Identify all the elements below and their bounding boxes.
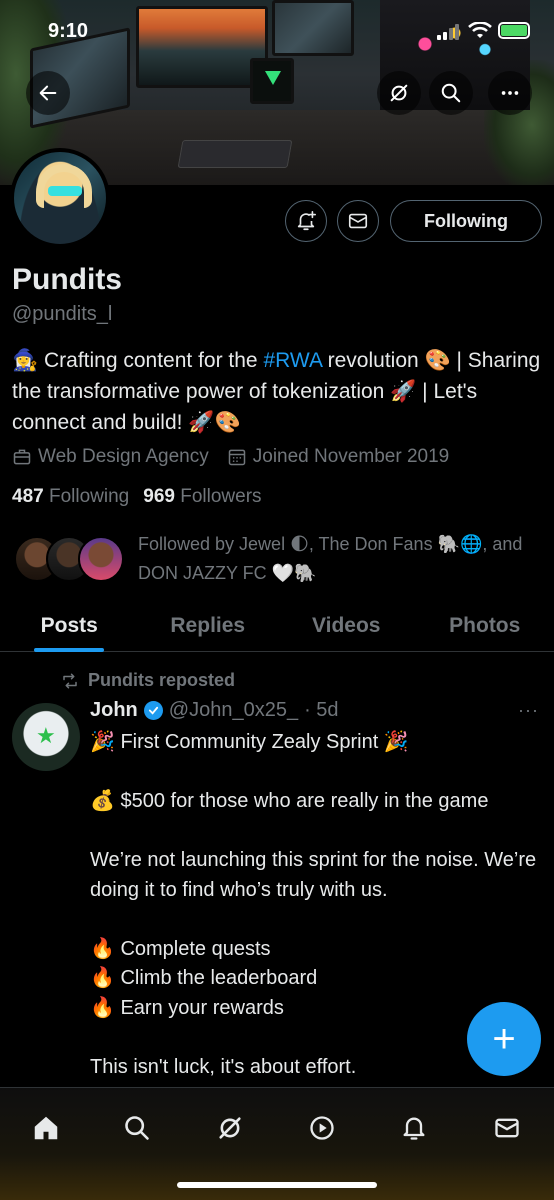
banner-monitor-small — [250, 58, 294, 104]
nav-home[interactable] — [24, 1106, 68, 1150]
mail-icon — [348, 213, 368, 229]
profile-handle: @pundits_l — [12, 303, 113, 325]
grok-icon — [390, 84, 408, 102]
following-count-link[interactable]: 487 Following — [12, 486, 129, 507]
nav-video[interactable] — [300, 1106, 344, 1150]
profile-joined: Joined November 2019 — [227, 446, 449, 468]
followers-count-link[interactable]: 969 Followers — [143, 486, 261, 507]
profile-bio: 🧙‍♀️ Crafting content for the #RWA revol… — [12, 345, 542, 438]
profile-joined-text: Joined November 2019 — [252, 446, 450, 467]
bio-hashtag-link[interactable]: #RWA — [263, 349, 321, 372]
search-button[interactable] — [429, 71, 473, 115]
post-more-button[interactable]: ··· — [518, 700, 539, 721]
repost-icon — [63, 673, 77, 688]
post-time[interactable]: · 5d — [304, 699, 338, 722]
tab-replies[interactable]: Replies — [139, 600, 278, 651]
followers-count: 969 — [143, 486, 175, 507]
post-header: John @John_0x25_ · 5d — [90, 699, 339, 722]
nav-grok[interactable] — [208, 1106, 252, 1150]
grok-icon — [219, 1117, 241, 1139]
tab-posts[interactable]: Posts — [0, 600, 139, 651]
tab-videos[interactable]: Videos — [277, 600, 416, 651]
repost-label: Pundits reposted — [88, 670, 236, 690]
nav-messages[interactable] — [485, 1106, 529, 1150]
post-author-avatar[interactable]: ★ — [12, 703, 80, 771]
cellular-signal-icon — [437, 24, 459, 40]
profile-name: Pundits — [12, 263, 122, 296]
home-icon — [34, 1116, 58, 1140]
post-author-name[interactable]: John — [90, 699, 138, 722]
avatar-visor — [48, 186, 82, 196]
back-button[interactable] — [26, 71, 70, 115]
following-button[interactable]: Following — [390, 200, 542, 242]
wifi-icon — [468, 22, 492, 38]
status-time: 9:10 — [48, 20, 89, 42]
following-label: Following — [48, 486, 130, 507]
more-horizontal-icon — [501, 91, 519, 95]
mail-icon — [495, 1118, 519, 1138]
calendar-icon — [228, 449, 245, 466]
bio-text-prefix: 🧙‍♀️ Crafting content for the — [12, 349, 264, 372]
following-count: 487 — [12, 486, 44, 507]
followers-label: Followers — [180, 486, 262, 507]
post-author-handle[interactable]: @John_0x25_ — [169, 699, 298, 722]
battery-icon — [498, 22, 530, 39]
follow-counts: 487 Following 969 Followers — [12, 486, 262, 508]
profile-tabs: Posts Replies Videos Photos — [0, 600, 554, 652]
tab-photos[interactable]: Photos — [416, 600, 554, 651]
search-icon — [441, 83, 461, 103]
play-circle-icon — [310, 1116, 334, 1140]
notifications-button[interactable] — [285, 200, 327, 242]
arrow-left-icon — [39, 85, 57, 101]
briefcase-icon — [13, 449, 31, 465]
search-icon — [125, 1116, 149, 1140]
star-icon: ★ — [36, 723, 56, 748]
profile-category: Web Design Agency — [12, 446, 209, 468]
compose-post-button[interactable]: + — [467, 1002, 541, 1076]
banner-keyboard — [177, 140, 293, 168]
status-bar: 9:10 — [0, 0, 554, 62]
repost-indicator: Pundits reposted — [60, 670, 235, 691]
nav-search[interactable] — [115, 1106, 159, 1150]
nav-notifications[interactable] — [392, 1106, 436, 1150]
grok-button[interactable] — [377, 71, 421, 115]
profile-meta: Web Design Agency Joined November 2019 — [12, 446, 449, 468]
follower-avatar — [78, 536, 124, 582]
verified-badge-icon — [143, 701, 163, 720]
profile-category-text: Web Design Agency — [38, 446, 209, 467]
home-indicator — [177, 1182, 377, 1188]
more-options-button[interactable] — [488, 71, 532, 115]
bell-plus-icon — [297, 211, 316, 231]
message-button[interactable] — [337, 200, 379, 242]
profile-avatar[interactable] — [10, 148, 110, 248]
bell-icon — [403, 1117, 425, 1140]
followed-by-text: Followed by Jewel 🌓, The Don Fans 🐘🌐, an… — [138, 534, 523, 583]
